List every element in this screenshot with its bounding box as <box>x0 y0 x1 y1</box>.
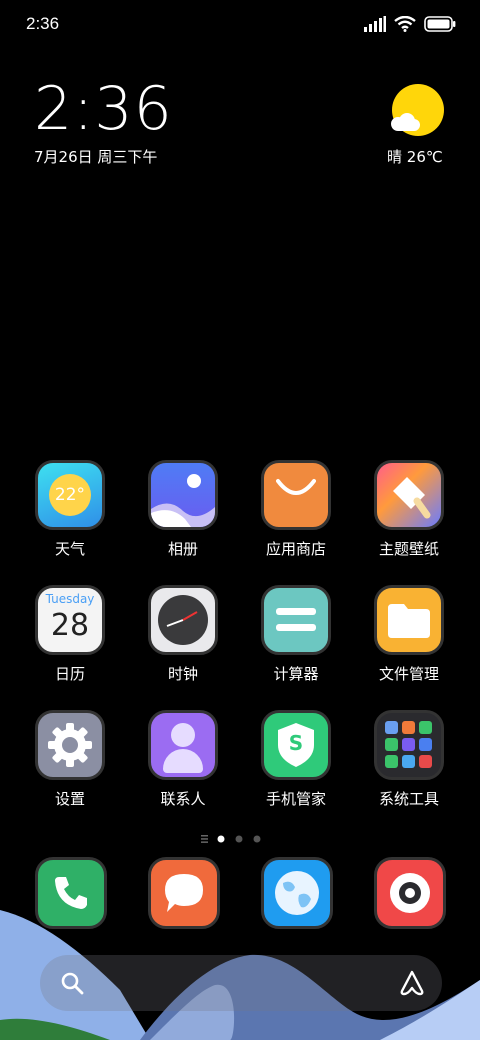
app-settings[interactable]: 设置 <box>20 710 120 820</box>
weather-condition: 晴 <box>387 148 403 166</box>
clock-app-icon <box>148 585 218 655</box>
page-dot <box>253 835 261 843</box>
app-contacts[interactable]: 联系人 <box>133 710 233 820</box>
themes-icon <box>374 460 444 530</box>
app-label: 应用商店 <box>265 540 326 558</box>
clock-date: 7月26日 周三下午 <box>34 148 158 166</box>
app-gallery[interactable]: 相册 <box>133 460 233 570</box>
calculator-icon <box>261 585 331 655</box>
weather-widget[interactable]: 晴 26℃ <box>380 80 452 170</box>
phone-icon <box>55 877 87 909</box>
app-label: 时钟 <box>167 665 198 683</box>
app-label: 日历 <box>54 665 85 683</box>
app-label: 手机管家 <box>265 790 326 808</box>
app-label: 天气 <box>54 540 85 558</box>
app-system-tools[interactable]: 系统工具 <box>359 710 459 820</box>
weather-app-temp: 22° <box>54 485 86 505</box>
dock-camera[interactable] <box>374 857 446 929</box>
app-label: 设置 <box>54 790 85 808</box>
calendar-day: 28 <box>50 608 90 643</box>
page-dot <box>235 835 243 843</box>
weather-text: 晴 26℃ <box>387 146 443 167</box>
system-tools-folder-icon <box>374 710 444 780</box>
page-dot-active <box>217 835 225 843</box>
security-glyph: S <box>288 731 304 755</box>
clock-time: 2:36 <box>34 74 173 144</box>
app-calendar[interactable]: Tuesday 28 日历 <box>20 585 120 695</box>
app-store-icon <box>261 460 331 530</box>
battery-icon <box>424 16 456 32</box>
app-file-manager[interactable]: 文件管理 <box>359 585 459 695</box>
search-bar[interactable] <box>40 955 442 1011</box>
app-label: 相册 <box>167 540 198 558</box>
search-icon[interactable] <box>60 971 84 995</box>
page-indicator[interactable] <box>199 830 269 843</box>
settings-gear-icon <box>35 710 105 780</box>
browser-globe-icon <box>275 871 319 915</box>
dock-phone[interactable] <box>35 857 107 929</box>
app-security[interactable]: S 手机管家 <box>246 710 346 820</box>
weather-temperature: 26℃ <box>406 148 443 166</box>
app-label: 主题壁纸 <box>378 540 439 558</box>
app-themes[interactable]: 主题壁纸 <box>359 460 459 570</box>
dock-messages[interactable] <box>148 857 220 929</box>
app-store[interactable]: 应用商店 <box>246 460 346 570</box>
app-label: 联系人 <box>160 790 206 808</box>
calendar-weekday: Tuesday <box>45 592 95 606</box>
message-icon <box>165 874 203 912</box>
page-list-icon <box>201 835 208 843</box>
app-calculator[interactable]: 计算器 <box>246 585 346 695</box>
app-label: 文件管理 <box>378 665 439 683</box>
app-weather[interactable]: 22° 天气 <box>20 460 120 570</box>
status-icons <box>364 14 456 34</box>
contacts-icon <box>148 710 218 780</box>
clock-widget[interactable]: 2:36 7月26日 周三下午 <box>34 78 234 168</box>
app-label: 计算器 <box>273 665 319 683</box>
signal-icon <box>364 16 386 32</box>
app-clock[interactable]: 时钟 <box>133 585 233 695</box>
calendar-icon: Tuesday 28 <box>35 585 105 655</box>
gallery-app-icon <box>148 460 218 530</box>
cloud-icon <box>391 113 420 131</box>
status-bar: 2:36 <box>0 0 480 50</box>
app-label: 系统工具 <box>378 790 439 808</box>
file-manager-icon <box>374 585 444 655</box>
weather-app-icon: 22° <box>35 460 105 530</box>
status-time: 2:36 <box>26 14 60 33</box>
camera-icon <box>390 873 430 913</box>
dock-browser[interactable] <box>261 857 333 929</box>
security-shield-icon: S <box>261 710 331 780</box>
assistant-icon[interactable] <box>398 969 426 997</box>
wifi-icon <box>394 16 416 32</box>
